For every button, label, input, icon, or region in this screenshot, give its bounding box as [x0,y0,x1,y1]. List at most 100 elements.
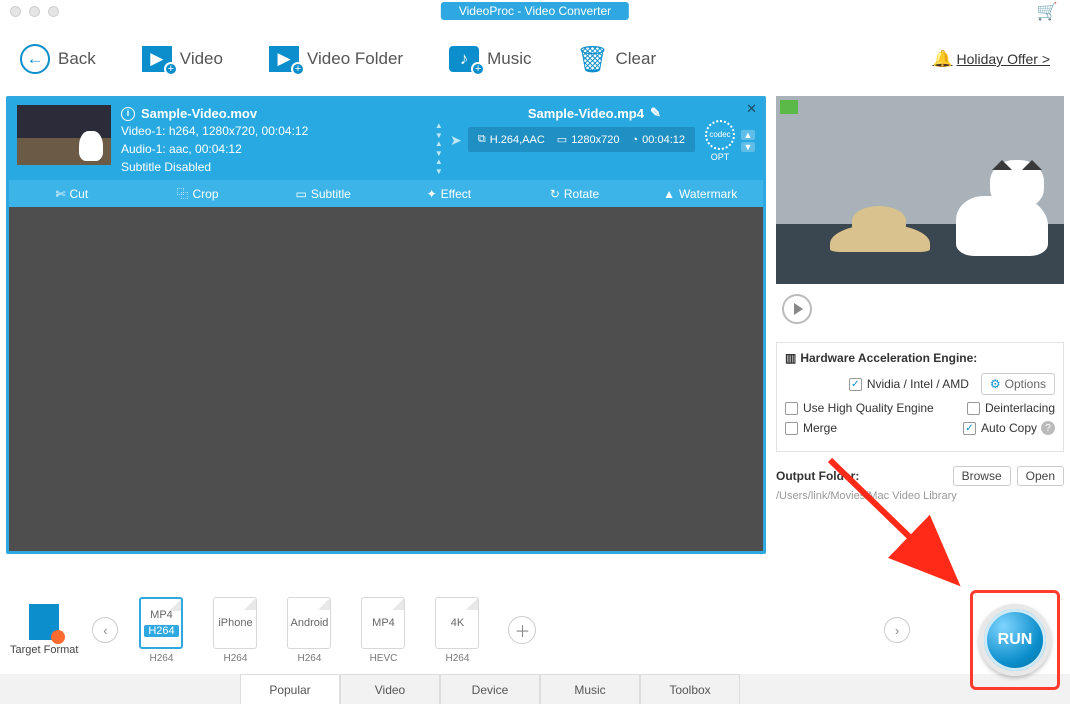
source-audio-line: Audio-1: aac, 00:04:12 [121,141,424,158]
format-items: MP4H264 H264 iPhone H264 Android H264 MP… [132,597,486,664]
audio-track-up-icon[interactable]: ▲ [434,140,444,148]
run-button[interactable]: RUN [979,604,1051,676]
watermark-label: Watermark [679,187,737,201]
format-sub: HEVC [370,653,398,664]
subtitle-label: Subtitle [311,187,351,201]
traffic-zoom[interactable] [48,6,59,17]
preview-pane[interactable] [776,96,1064,284]
merge-checkbox[interactable]: Merge [785,421,837,435]
convert-arrow-icon: ➤ [444,132,468,149]
video-icon: ▶+ [142,46,172,72]
codec-opt-label: OPT [711,152,730,162]
info-icon[interactable]: i [121,107,135,121]
format-category-tabs: Popular Video Device Music Toolbox [0,674,1070,704]
trash-icon: 🗑 [577,46,607,72]
add-folder-button[interactable]: ▶+ Video Folder [269,46,403,72]
footer: Target Format ‹ MP4H264 H264 iPhone H264… [0,586,1070,704]
clear-button[interactable]: 🗑 Clear [577,46,656,72]
format-item-mp4-hevc[interactable]: MP4 HEVC [354,597,412,664]
traffic-close[interactable] [10,6,21,17]
format-nav-prev[interactable]: ‹ [92,617,118,643]
edit-tools-row: ✄Cut ⿻Crop ▭Subtitle ✦ Effect ↻ Rotate ▲ Wa… [9,180,763,207]
play-icon [794,303,803,315]
format-item-mp4-h264[interactable]: MP4H264 H264 [132,597,190,664]
side-panel: ▥Hardware Acceleration Engine: ✓Nvidia /… [776,96,1064,554]
tab-video[interactable]: Video [340,674,440,704]
tab-device[interactable]: Device [440,674,540,704]
output-folder-label: Output Folder: [776,469,859,483]
video-track-up-icon[interactable]: ▲ [434,122,444,130]
window-titlebar: VideoProc - Video Converter 🛒 [0,0,1070,22]
nvidia-label: Nvidia / Intel / AMD [867,377,969,391]
rotate-button[interactable]: ↻ Rotate [512,180,638,207]
bell-icon: 🔔 [933,49,953,69]
open-button[interactable]: Open [1017,466,1064,486]
crop-button[interactable]: ⿻Crop [135,180,261,207]
traffic-minimize[interactable] [29,6,40,17]
clear-label: Clear [615,49,656,69]
format-nav-next[interactable]: › [884,617,910,643]
gear-icon: ⚙ [990,377,1001,391]
subtitle-track-up-icon[interactable]: ▲ [434,158,444,166]
help-icon[interactable]: ? [1041,421,1055,435]
subtitle-track-down-icon[interactable]: ▼ [434,168,444,176]
add-music-button[interactable]: ♪+ Music [449,46,531,72]
crop-icon: ⿻ [176,185,188,202]
format-line1: MP4 [372,617,395,629]
add-video-button[interactable]: ▶+ Video [142,46,223,72]
tab-popular[interactable]: Popular [240,674,340,704]
format-item-android[interactable]: Android H264 [280,597,338,664]
rotate-label: Rotate [564,187,599,201]
back-button[interactable]: ← Back [20,44,96,74]
item-move-up-icon[interactable]: ▲ [741,130,755,140]
source-video-line: Video-1: h264, 1280x720, 00:04:12 [121,123,424,140]
autocopy-checkbox[interactable]: ✓Auto Copy [963,421,1037,435]
target-format-button[interactable]: Target Format [10,604,78,656]
output-duration: 00:04:12 [642,134,685,146]
rotate-icon: ↻ [550,187,560,201]
conversion-queue: ✕ i Sample-Video.mov Video-1: h264, 1280… [6,96,766,554]
music-icon: ♪+ [449,46,479,72]
run-highlight: RUN [970,590,1060,690]
hw-options-button[interactable]: ⚙ Options [981,373,1055,395]
effect-button[interactable]: ✦ Effect [386,180,512,207]
format-line1: Android [291,617,329,629]
format-line1: iPhone [218,617,252,629]
deinterlace-checkbox[interactable]: Deinterlacing [967,401,1055,415]
source-subtitle-line: Subtitle Disabled [121,159,424,176]
watermark-button[interactable]: ▲ Watermark [637,180,763,207]
subtitle-button[interactable]: ▭Subtitle [260,180,386,207]
rename-icon[interactable]: ✎ [650,105,661,121]
holiday-offer-link[interactable]: 🔔 Holiday Offer > [933,49,1050,69]
target-format-icon [29,604,59,640]
format-line2: H264 [144,625,178,637]
tab-toolbox[interactable]: Toolbox [640,674,740,704]
nvidia-checkbox[interactable]: ✓Nvidia / Intel / AMD [849,377,969,391]
queue-item[interactable]: ✕ i Sample-Video.mov Video-1: h264, 1280… [9,99,763,207]
watermark-icon: ▲ [663,187,675,201]
source-thumbnail[interactable] [17,105,111,165]
format-item-4k[interactable]: 4K H264 [428,597,486,664]
item-move-down-icon[interactable]: ▼ [741,142,755,152]
codec-gear-icon: codec [705,120,735,150]
hw-options-label: Options [1005,377,1046,391]
codec-options-button[interactable]: codec OPT [705,120,735,162]
cut-button[interactable]: ✄Cut [9,180,135,207]
effect-icon: ✦ [427,187,437,201]
main-toolbar: ← Back ▶+ Video ▶+ Video Folder ♪+ Music… [0,22,1070,96]
effect-label: Effect [441,187,471,201]
add-format-button[interactable]: ＋ [508,616,536,644]
format-sub: H264 [446,653,470,664]
cart-icon[interactable]: 🛒 [1037,2,1058,22]
preview-play-button[interactable] [782,294,812,324]
deint-label: Deinterlacing [985,401,1055,415]
format-item-iphone[interactable]: iPhone H264 [206,597,264,664]
output-filename: Sample-Video.mp4 [528,106,644,121]
traffic-lights [0,6,59,17]
browse-button[interactable]: Browse [953,466,1011,486]
format-sub: H264 [150,653,174,664]
quality-badge-icon [780,100,798,114]
hq-engine-checkbox[interactable]: Use High Quality Engine [785,401,934,415]
window-title: VideoProc - Video Converter [441,2,629,20]
tab-music[interactable]: Music [540,674,640,704]
